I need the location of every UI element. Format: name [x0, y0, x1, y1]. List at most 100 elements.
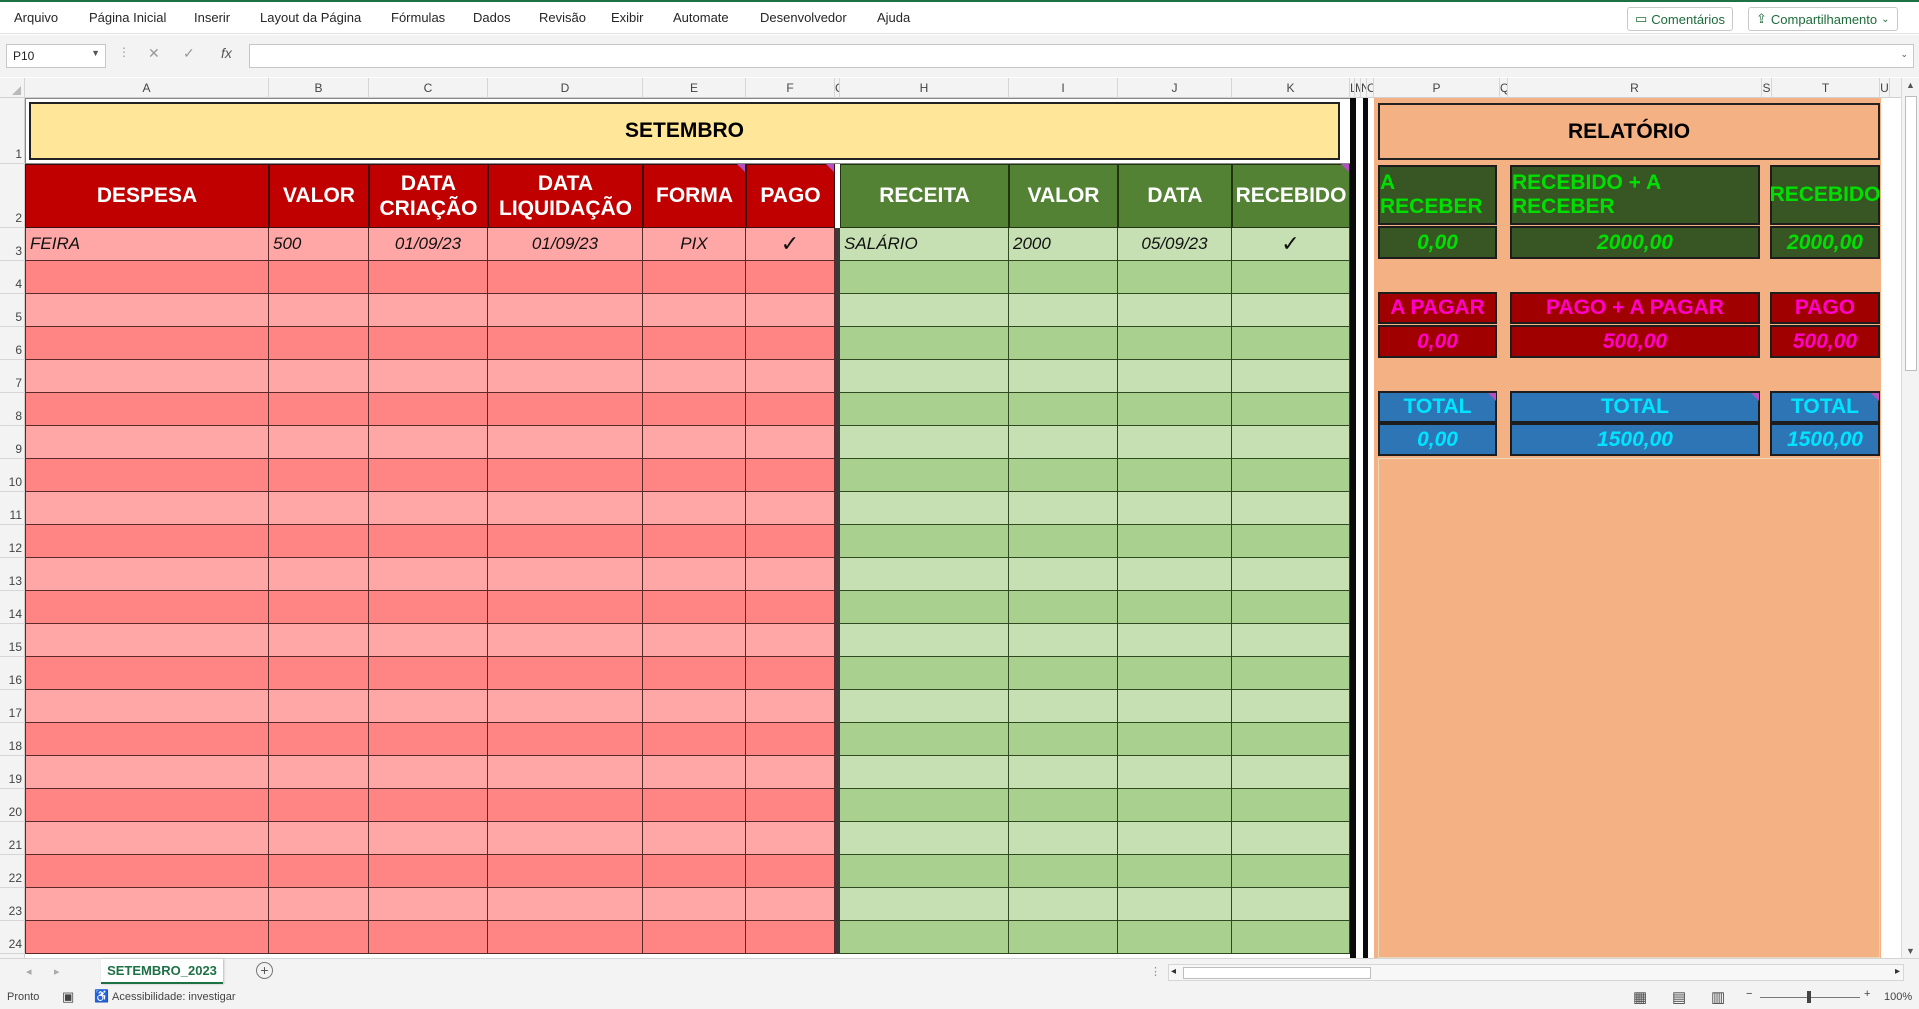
row-header-7[interactable]: 7: [0, 360, 25, 393]
expense-cell[interactable]: [488, 294, 643, 327]
col-header-c[interactable]: C: [369, 78, 488, 98]
expense-cell[interactable]: [25, 591, 269, 624]
income-cell[interactable]: [1009, 591, 1118, 624]
expense-cell[interactable]: [25, 921, 269, 954]
expense-cell[interactable]: [488, 261, 643, 294]
zoom-in-icon[interactable]: +: [1864, 988, 1870, 1000]
expense-cell[interactable]: [25, 690, 269, 723]
expense-cell[interactable]: [488, 690, 643, 723]
zoom-level[interactable]: 100%: [1884, 991, 1912, 1003]
worksheet-grid[interactable]: SETEMBRO DESPESA VALOR DATA CRIAÇÃO DATA LIQ…: [25, 98, 1901, 958]
expense-cell[interactable]: [269, 855, 369, 888]
share-button[interactable]: ⇪ Compartilhamento ⌄: [1748, 7, 1898, 31]
income-cell[interactable]: SALÁRIO: [840, 228, 1009, 261]
expense-cell[interactable]: [643, 789, 746, 822]
expense-cell[interactable]: [369, 591, 488, 624]
expense-cell[interactable]: ✓: [746, 228, 835, 261]
expense-cell[interactable]: [488, 525, 643, 558]
expense-cell[interactable]: [643, 294, 746, 327]
income-cell[interactable]: [1118, 360, 1232, 393]
expense-cell[interactable]: [369, 921, 488, 954]
income-cell[interactable]: [1009, 723, 1118, 756]
row-header-2[interactable]: 2: [0, 164, 25, 228]
menu-desenvolvedor[interactable]: Desenvolvedor: [760, 10, 847, 25]
expense-cell[interactable]: [269, 360, 369, 393]
income-cell[interactable]: [1118, 294, 1232, 327]
income-header-0[interactable]: RECEITA: [840, 164, 1009, 228]
expense-cell[interactable]: [643, 360, 746, 393]
income-cell[interactable]: [840, 459, 1009, 492]
income-cell[interactable]: [1118, 459, 1232, 492]
expense-cell[interactable]: [369, 657, 488, 690]
expense-cell[interactable]: [369, 327, 488, 360]
menu-automate[interactable]: Automate: [673, 10, 729, 25]
row-header-14[interactable]: 14: [0, 591, 25, 624]
income-cell[interactable]: [840, 789, 1009, 822]
income-cell[interactable]: [1009, 921, 1118, 954]
row-header-16[interactable]: 16: [0, 657, 25, 690]
income-cell[interactable]: [1118, 624, 1232, 657]
horizontal-scrollbar[interactable]: ◂ ▸: [1168, 964, 1904, 981]
expense-cell[interactable]: [746, 888, 835, 921]
col-header-p[interactable]: P: [1374, 78, 1500, 98]
income-cell[interactable]: [840, 558, 1009, 591]
expense-cell[interactable]: [269, 789, 369, 822]
expense-cell[interactable]: [746, 756, 835, 789]
expense-cell[interactable]: [25, 723, 269, 756]
income-cell[interactable]: [1118, 327, 1232, 360]
expense-cell[interactable]: [746, 459, 835, 492]
income-cell[interactable]: [1118, 756, 1232, 789]
income-cell[interactable]: [840, 888, 1009, 921]
income-cell[interactable]: [840, 855, 1009, 888]
expense-cell[interactable]: [488, 723, 643, 756]
income-cell[interactable]: [1118, 525, 1232, 558]
expense-header-4[interactable]: FORMA: [643, 164, 746, 228]
income-cell[interactable]: [840, 624, 1009, 657]
accessibility-icon[interactable]: ♿: [94, 989, 109, 1003]
row-header-6[interactable]: 6: [0, 327, 25, 360]
expense-cell[interactable]: [269, 723, 369, 756]
expense-cell[interactable]: [25, 261, 269, 294]
col-header-k[interactable]: K: [1232, 78, 1350, 98]
income-cell[interactable]: [1232, 723, 1350, 756]
income-cell[interactable]: [1118, 558, 1232, 591]
menu-dados[interactable]: Dados: [473, 10, 511, 25]
add-sheet-icon[interactable]: +: [256, 962, 273, 979]
expense-cell[interactable]: [269, 690, 369, 723]
menu-inserir[interactable]: Inserir: [194, 10, 230, 25]
col-header-o[interactable]: O: [1367, 78, 1374, 98]
expense-cell[interactable]: [369, 822, 488, 855]
income-cell[interactable]: [1009, 294, 1118, 327]
income-cell[interactable]: [840, 657, 1009, 690]
row-header-4[interactable]: 4: [0, 261, 25, 294]
scroll-left-icon[interactable]: ◂: [1171, 966, 1176, 977]
expense-cell[interactable]: [488, 855, 643, 888]
row-header-11[interactable]: 11: [0, 492, 25, 525]
enter-icon[interactable]: ✓: [183, 45, 195, 62]
expense-cell[interactable]: [746, 492, 835, 525]
expense-cell[interactable]: [643, 261, 746, 294]
expense-cell[interactable]: [25, 294, 269, 327]
income-cell[interactable]: [1009, 756, 1118, 789]
income-cell[interactable]: [1232, 690, 1350, 723]
vertical-scrollbar[interactable]: ▲ ▼: [1901, 78, 1919, 958]
row-header-8[interactable]: 8: [0, 393, 25, 426]
expense-cell[interactable]: [746, 360, 835, 393]
expense-cell[interactable]: [25, 393, 269, 426]
expense-cell[interactable]: [369, 690, 488, 723]
expense-cell[interactable]: FEIRA: [25, 228, 269, 261]
expense-cell[interactable]: [643, 888, 746, 921]
accessibility-status[interactable]: Acessibilidade: investigar: [112, 991, 236, 1003]
expense-cell[interactable]: [25, 624, 269, 657]
chevron-down-icon[interactable]: ▼: [91, 48, 100, 58]
income-cell[interactable]: [1009, 657, 1118, 690]
income-cell[interactable]: [1009, 888, 1118, 921]
chevron-down-icon[interactable]: ⌄: [1900, 49, 1908, 60]
income-cell[interactable]: ✓: [1232, 228, 1350, 261]
page-layout-view-icon[interactable]: ▤: [1672, 988, 1686, 1006]
income-cell[interactable]: [1009, 558, 1118, 591]
income-cell[interactable]: [840, 492, 1009, 525]
row-header-17[interactable]: 17: [0, 690, 25, 723]
col-header-t[interactable]: T: [1772, 78, 1880, 98]
expense-cell[interactable]: [269, 921, 369, 954]
